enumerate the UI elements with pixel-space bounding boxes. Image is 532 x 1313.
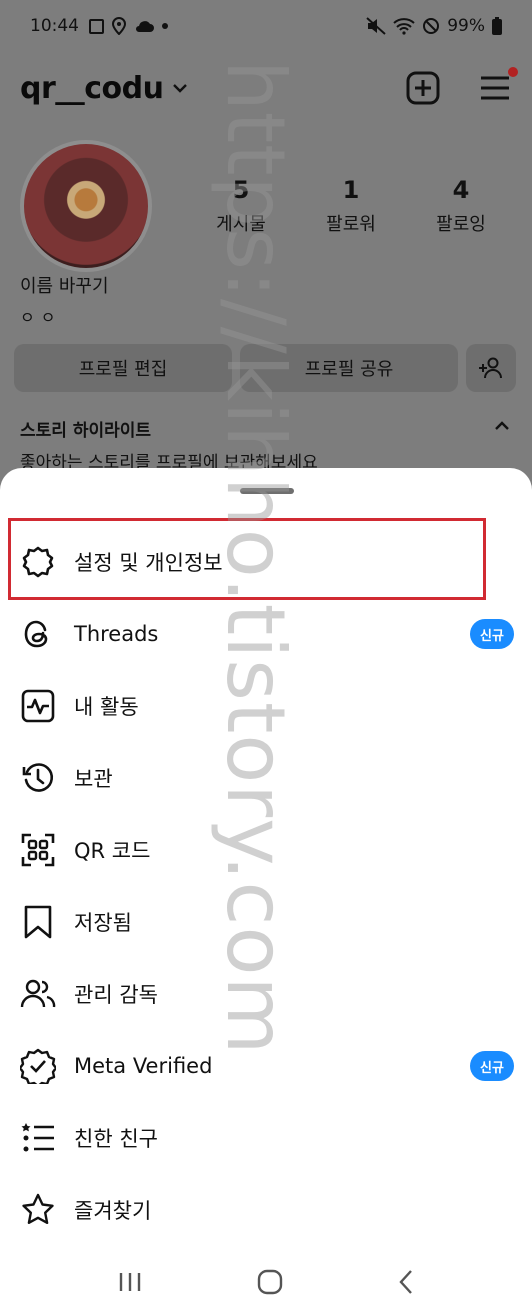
menu-item-saved[interactable]: 저장됨 xyxy=(0,886,532,958)
menu-item-archive[interactable]: 보관 xyxy=(0,742,532,814)
mute-icon xyxy=(366,17,386,35)
status-notification-icons xyxy=(89,17,168,35)
more-notifications-dot xyxy=(162,23,168,29)
menu-item-activity[interactable]: 내 활동 xyxy=(0,670,532,742)
menu-item-favorites[interactable]: 즐겨찾기 xyxy=(0,1174,532,1246)
menu-item-label: 관리 감독 xyxy=(74,983,158,1007)
share-profile-button[interactable]: 프로필 공유 xyxy=(240,344,458,392)
menu-item-settings[interactable]: 설정 및 개인정보 xyxy=(0,526,532,598)
bookmark-icon xyxy=(20,904,56,940)
header-actions xyxy=(406,67,518,105)
status-time: 10:44 xyxy=(30,16,79,36)
stat-posts[interactable]: 5 게시물 xyxy=(186,176,296,236)
menu-item-label: 친한 친구 xyxy=(74,1127,158,1151)
profile-action-row: 프로필 편집 프로필 공유 xyxy=(14,344,520,392)
stat-following[interactable]: 4 팔로잉 xyxy=(406,176,516,236)
menu-item-label: 보관 xyxy=(74,767,113,791)
menu-item-label: QR 코드 xyxy=(74,839,151,863)
bio: ㅇㅇ xyxy=(20,308,62,327)
drag-handle[interactable] xyxy=(240,488,294,494)
cloud-icon xyxy=(136,21,154,32)
stat-label: 게시물 xyxy=(216,214,266,235)
system-nav-bar xyxy=(0,1250,532,1313)
menu-item-label: 즐겨찾기 xyxy=(74,1199,152,1223)
stat-label: 팔로잉 xyxy=(436,214,486,235)
status-bar: 10:44 99% xyxy=(0,0,532,52)
wifi-icon xyxy=(393,18,415,35)
display-name: 이름 바꾸기 xyxy=(20,276,109,297)
discover-people-button[interactable] xyxy=(466,344,516,392)
star-icon xyxy=(20,1192,56,1228)
menu-item-meta-verified[interactable]: Meta Verified 신규 xyxy=(0,1030,532,1102)
menu-item-close-friends[interactable]: 친한 친구 xyxy=(0,1102,532,1174)
gallery-icon xyxy=(89,18,104,34)
gear-icon xyxy=(20,544,56,580)
stat-label: 팔로워 xyxy=(326,214,376,235)
archive-icon xyxy=(20,760,56,796)
hamburger-menu-icon[interactable] xyxy=(478,71,512,105)
recents-icon[interactable] xyxy=(117,1271,143,1293)
avatar[interactable] xyxy=(20,140,152,272)
menu-item-qr[interactable]: QR 코드 xyxy=(0,814,532,886)
menu-item-threads[interactable]: Threads 신규 xyxy=(0,598,532,670)
username[interactable]: qr__codu xyxy=(20,71,164,106)
highlights-title: 스토리 하이라이트 xyxy=(20,421,152,441)
chevron-down-icon[interactable] xyxy=(172,82,188,94)
stat-value: 5 xyxy=(232,176,250,204)
menu-button[interactable] xyxy=(478,67,518,105)
qr-icon xyxy=(20,832,56,868)
add-person-icon xyxy=(479,357,502,379)
close-friends-icon xyxy=(20,1120,56,1156)
stat-followers[interactable]: 1 팔로워 xyxy=(296,176,406,236)
location-icon xyxy=(112,17,126,35)
battery-level: 99% xyxy=(447,16,485,36)
battery-icon xyxy=(492,17,502,35)
chevron-up-icon[interactable] xyxy=(494,420,510,432)
back-icon[interactable] xyxy=(397,1269,415,1295)
threads-icon xyxy=(20,616,56,652)
create-post-icon[interactable] xyxy=(406,71,440,105)
home-icon[interactable] xyxy=(257,1269,283,1295)
menu-item-supervision[interactable]: 관리 감독 xyxy=(0,958,532,1030)
status-right: 99% xyxy=(366,16,502,36)
stat-value: 1 xyxy=(342,176,360,204)
dnd-icon xyxy=(423,18,440,34)
edit-profile-button[interactable]: 프로필 편집 xyxy=(14,344,232,392)
activity-icon xyxy=(20,688,56,724)
stat-value: 4 xyxy=(452,176,470,204)
verified-icon xyxy=(20,1048,56,1084)
supervision-icon xyxy=(20,976,56,1012)
profile-header: qr__codu xyxy=(20,60,518,116)
menu-item-label: Threads xyxy=(74,622,159,646)
notification-dot xyxy=(508,67,518,77)
profile-stats: 5 게시물 1 팔로워 4 팔로잉 xyxy=(186,176,516,236)
new-badge: 신규 xyxy=(470,1051,514,1081)
new-badge: 신규 xyxy=(470,619,514,649)
menu-item-label: 설정 및 개인정보 xyxy=(74,551,223,575)
menu-item-label: Meta Verified xyxy=(74,1054,213,1078)
menu-item-label: 저장됨 xyxy=(74,911,132,935)
menu-item-label: 내 활동 xyxy=(74,695,139,719)
